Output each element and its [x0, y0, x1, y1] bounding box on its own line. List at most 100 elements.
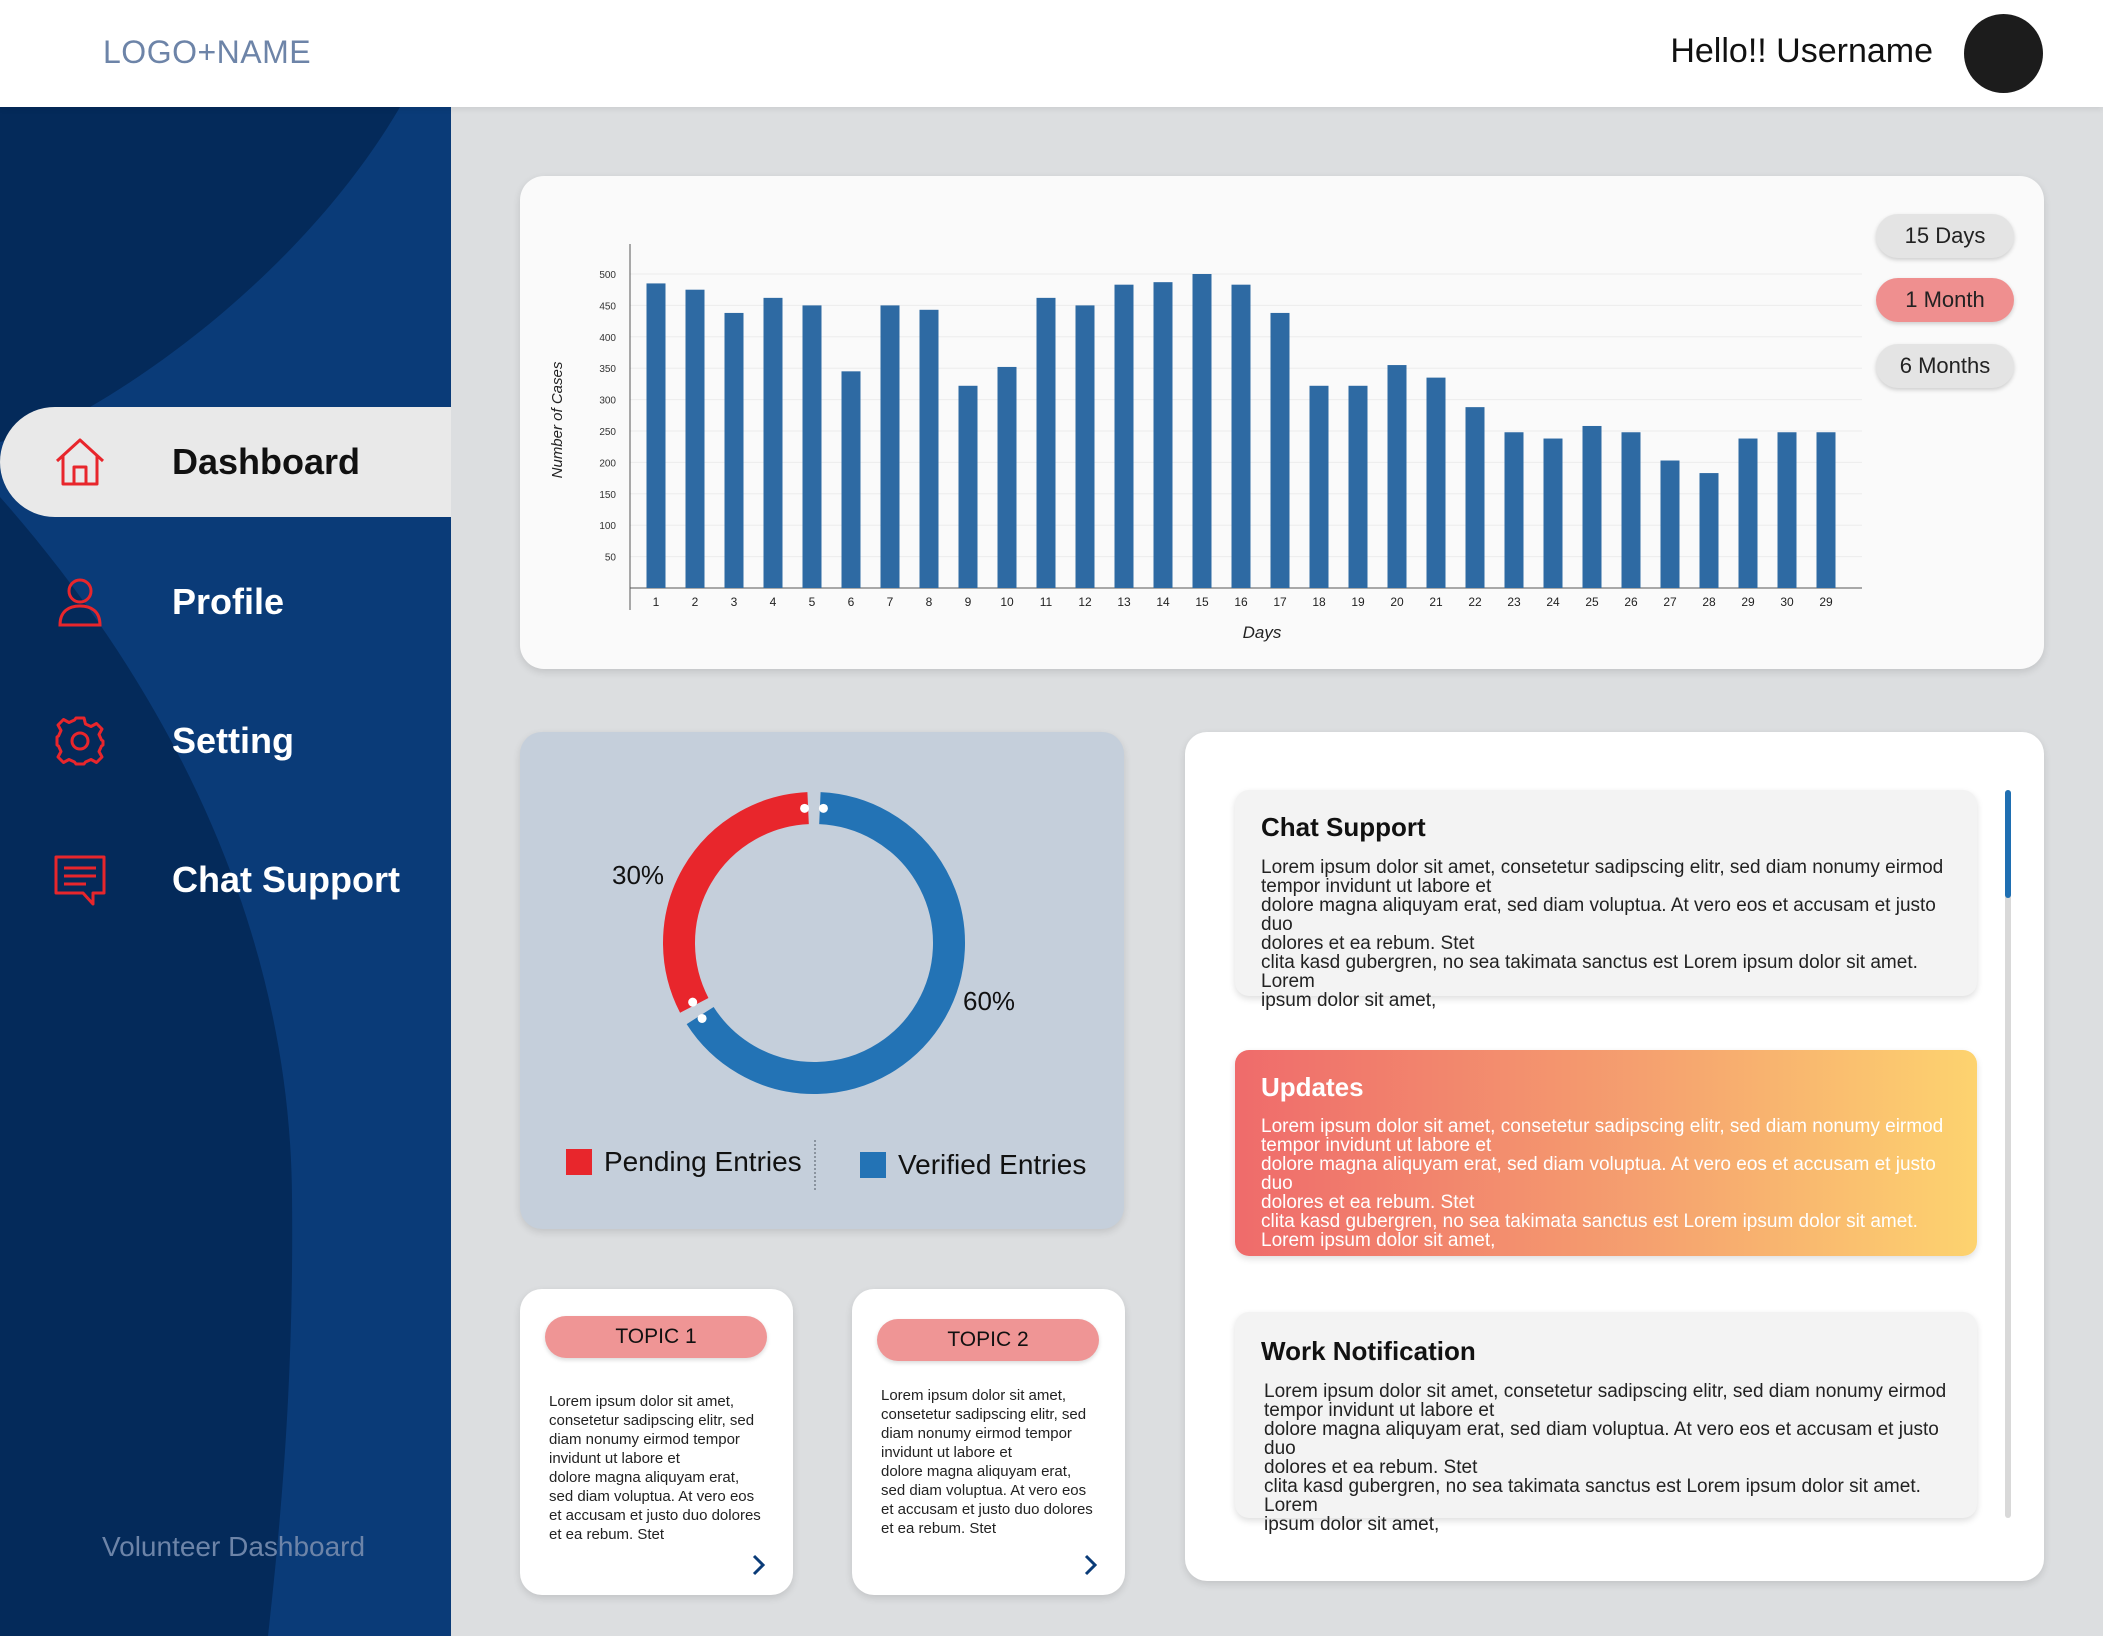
- donut-handle: [688, 997, 698, 1007]
- x-tick-label: 17: [1273, 595, 1287, 609]
- bar: [646, 283, 666, 588]
- legend-divider: [814, 1140, 816, 1190]
- sidebar-item-label: Profile: [172, 581, 285, 622]
- bar: [1270, 312, 1290, 588]
- bar: [1504, 432, 1524, 588]
- bar: [1582, 425, 1602, 588]
- x-tick-label: 28: [1702, 595, 1716, 609]
- x-axis-label: Days: [1243, 623, 1282, 642]
- bar: [763, 297, 783, 588]
- top-bar: LOGO+NAME Hello!! Username: [0, 0, 2103, 107]
- bar-chart: 501001502002503003504004505001 2 3 4 5 6 7 8 9 10…: [549, 244, 1862, 642]
- range-1-month-button[interactable]: 1 Month: [1876, 278, 2014, 322]
- x-tick-label: 20: [1390, 595, 1404, 609]
- cases-chart-card: 50 100 150 200 250 300 350 400 450 500 1 2 3 4 5 6 7 8 9 10…: [520, 176, 2044, 669]
- scrollbar-track[interactable]: [2005, 790, 2011, 1518]
- bar: [1621, 432, 1641, 588]
- chat-icon: [52, 852, 108, 908]
- notification-body: Lorem ipsum dolor sit amet, consetetur s…: [1261, 857, 1944, 1011]
- x-tick-label: 14: [1156, 595, 1170, 609]
- bar: [1192, 274, 1212, 588]
- sidebar-item-label: Setting: [172, 720, 294, 761]
- sidebar-item-label: Dashboard: [172, 441, 361, 482]
- donut-handle: [818, 803, 828, 813]
- x-tick-label: 22: [1468, 595, 1482, 609]
- notification-work[interactable]: Work Notification Lorem ipsum dolor sit …: [1235, 1312, 1977, 1534]
- x-tick-label: 27: [1663, 595, 1677, 609]
- sidebar-item-dashboard[interactable]: Dashboard: [0, 407, 451, 517]
- x-tick-label: 19: [1351, 595, 1365, 609]
- sidebar-item-chat-support[interactable]: Chat Support: [0, 825, 451, 935]
- x-tick-label: 23: [1507, 595, 1521, 609]
- legend-swatch: [566, 1149, 592, 1175]
- bar: [1738, 438, 1758, 588]
- y-tick-label: 400: [599, 333, 616, 344]
- bar: [997, 366, 1017, 588]
- y-tick-label: 50: [605, 553, 617, 564]
- x-tick-label: 5: [809, 595, 816, 609]
- notification-updates[interactable]: Updates Lorem ipsum dolor sit amet, cons…: [1235, 1050, 1977, 1256]
- notification-chat-support[interactable]: Chat Support Lorem ipsum dolor sit amet,…: [1235, 790, 1977, 1010]
- bar: [1465, 407, 1485, 588]
- x-tick-label: 7: [887, 595, 894, 609]
- verified-percent-label: 60%: [963, 986, 1016, 1016]
- legend-verified: Verified Entries: [860, 1149, 1086, 1181]
- notification-body: Lorem ipsum dolor sit amet, consetetur s…: [1264, 1381, 1947, 1535]
- x-tick-label: 3: [731, 595, 738, 609]
- x-tick-label: 30: [1780, 595, 1794, 609]
- sidebar: Dashboard Profile Setting Chat Support V…: [0, 107, 451, 1636]
- bar: [1699, 473, 1719, 588]
- x-tick-label: 10: [1000, 595, 1014, 609]
- bar: [1777, 432, 1797, 588]
- topic-card-1[interactable]: TOPIC 1 Lorem ipsum dolor sit amet, conse…: [520, 1289, 793, 1595]
- user-icon: [52, 574, 108, 630]
- y-tick-label: 250: [599, 427, 616, 438]
- x-tick-label: 29: [1819, 595, 1833, 609]
- y-tick-label: 300: [599, 396, 616, 407]
- bar: [1660, 460, 1680, 588]
- topic-body: Lorem ipsum dolor sit amet, consetetur sa…: [549, 1393, 761, 1543]
- y-tick-label: 200: [599, 458, 616, 469]
- donut-handle: [697, 1013, 707, 1023]
- bar: [1309, 385, 1329, 588]
- home-icon: [52, 434, 108, 490]
- x-tick-label: 13: [1117, 595, 1131, 609]
- range-15-days-button[interactable]: 15 Days: [1876, 214, 2014, 258]
- y-tick-label: 350: [599, 364, 616, 375]
- chevron-right-icon[interactable]: [1079, 1553, 1103, 1577]
- topic-body: Lorem ipsum dolor sit amet, consetetur sa…: [881, 1387, 1093, 1537]
- chevron-right-icon[interactable]: [747, 1553, 771, 1577]
- topic-title: TOPIC 1: [545, 1316, 767, 1358]
- y-tick-label: 500: [599, 270, 616, 281]
- range-6-months-button[interactable]: 6 Months: [1876, 344, 2014, 388]
- notification-title: Work Notification: [1261, 1336, 1476, 1366]
- bar: [1816, 432, 1836, 588]
- x-tick-label: 16: [1234, 595, 1248, 609]
- bar: [1543, 438, 1563, 588]
- sidebar-item-setting[interactable]: Setting: [0, 686, 451, 796]
- x-tick-label: 11: [1040, 595, 1053, 609]
- bar: [1387, 365, 1407, 588]
- topic-title: TOPIC 2: [877, 1319, 1099, 1361]
- sidebar-item-profile[interactable]: Profile: [0, 547, 451, 657]
- y-axis-label: Number of Cases: [549, 361, 566, 478]
- y-tick-label: 150: [599, 490, 616, 501]
- bar: [724, 312, 744, 588]
- scrollbar-thumb[interactable]: [2005, 790, 2011, 898]
- y-tick-label: 450: [599, 301, 616, 312]
- bar: [1075, 305, 1095, 588]
- x-tick-label: 15: [1195, 595, 1209, 609]
- bar: [1231, 284, 1251, 588]
- bar: [685, 289, 705, 588]
- x-tick-label: 29: [1741, 595, 1755, 609]
- topic-card-2[interactable]: TOPIC 2 Lorem ipsum dolor sit amet, conse…: [852, 1289, 1125, 1595]
- bar: [1114, 284, 1134, 588]
- legend-pending: Pending Entries: [566, 1146, 802, 1178]
- bar: [841, 371, 861, 588]
- notification-title: Updates: [1261, 1072, 1364, 1102]
- avatar[interactable]: [1964, 14, 2043, 93]
- sidebar-footer: Volunteer Dashboard: [102, 1531, 366, 1562]
- logo[interactable]: LOGO+NAME: [103, 34, 311, 71]
- legend-label: Verified Entries: [898, 1149, 1087, 1180]
- x-tick-label: 2: [692, 595, 699, 609]
